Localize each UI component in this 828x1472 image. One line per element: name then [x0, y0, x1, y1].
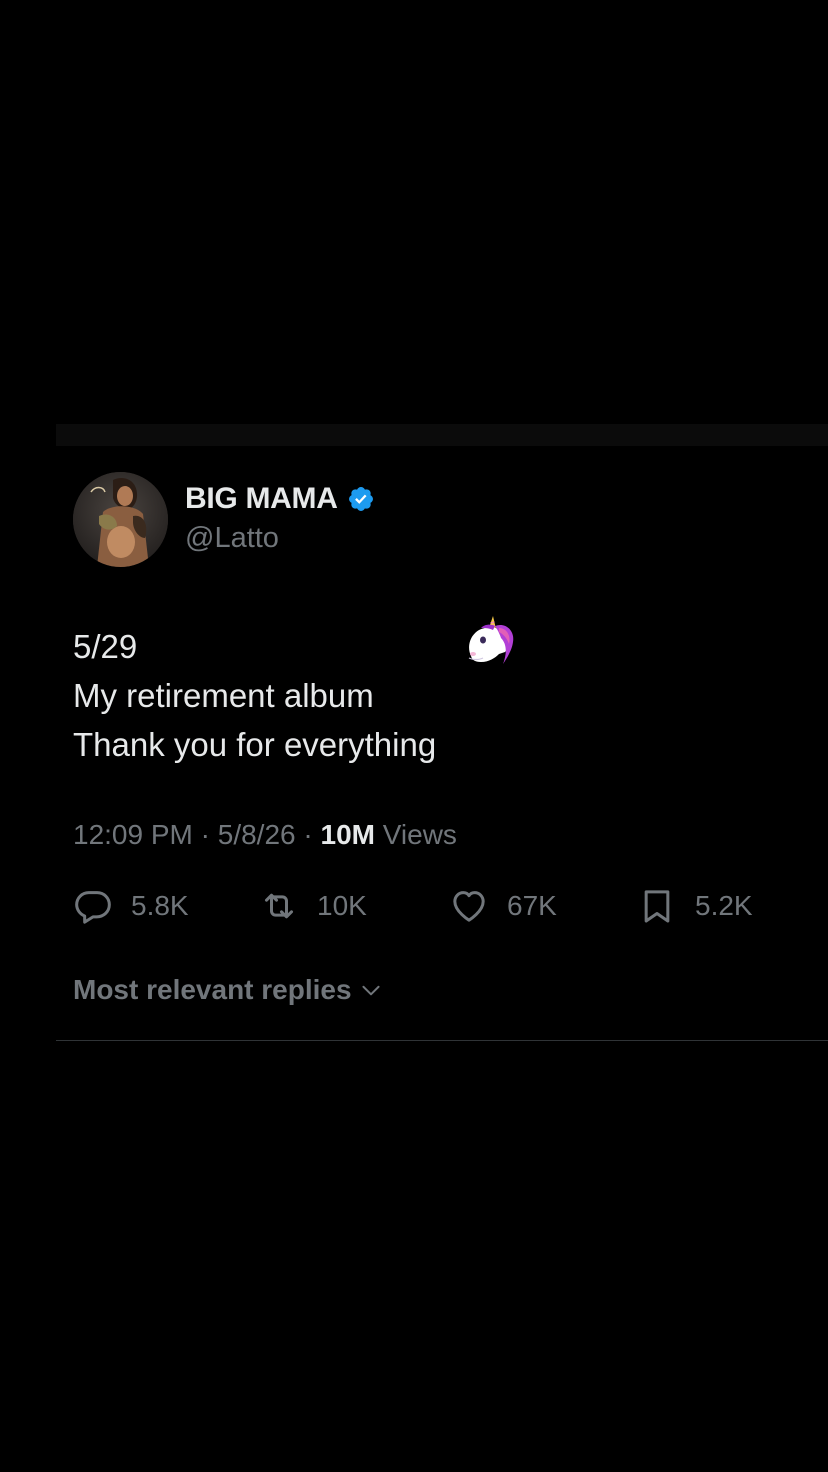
like-count: 67K [507, 890, 557, 921]
tweet-actions: 5.8K 10K 67K 5.2K [73, 884, 793, 928]
divider [56, 1040, 828, 1041]
replies-sort-label: Most relevant replies [73, 974, 352, 1005]
tweet-time[interactable]: 12:09 PM [73, 819, 193, 850]
tweet-text-line: Thank you for everything [73, 726, 437, 763]
reply-count: 5.8K [131, 890, 189, 921]
like-button[interactable]: 67K [449, 884, 557, 928]
tweet-text-line: 5/29 [73, 628, 138, 665]
tweet-meta: 12:09 PM · 5/8/26 · 10M Views [73, 819, 457, 851]
views-count: 10M [320, 819, 375, 850]
bookmark-count: 5.2K [695, 890, 753, 921]
avatar[interactable] [73, 472, 168, 567]
bookmark-button[interactable]: 5.2K [637, 884, 753, 928]
bookmark-icon [644, 890, 670, 923]
heart-icon [453, 891, 485, 922]
tweet-text: 5/29 My retirement album Thank you for e… [73, 622, 436, 769]
tweet-text-line: My retirement album [73, 677, 374, 714]
repost-count: 10K [317, 890, 367, 921]
avatar-photo [73, 472, 168, 567]
top-strip [56, 424, 828, 446]
repost-button[interactable]: 10K [259, 884, 367, 928]
author-handle[interactable]: @Latto [185, 522, 279, 555]
tweet-card: BIG MAMA @Latto 5/29 My retirement album… [56, 446, 828, 1040]
reply-icon [75, 891, 111, 924]
meta-separator: · [192, 819, 218, 850]
author-name-row[interactable]: BIG MAMA [185, 482, 375, 516]
replies-sort-dropdown[interactable]: Most relevant replies [73, 974, 384, 1006]
unicorn-icon [468, 616, 514, 664]
views-label: Views [374, 819, 457, 850]
reply-button[interactable]: 5.8K [73, 884, 189, 928]
author-display-name[interactable]: BIG MAMA [185, 482, 338, 516]
verified-badge-icon [348, 487, 373, 511]
chevron-down-icon [362, 985, 380, 996]
repost-icon [265, 893, 293, 919]
tweet-date[interactable]: 5/8/26 [218, 819, 296, 850]
meta-separator: · [295, 819, 321, 850]
